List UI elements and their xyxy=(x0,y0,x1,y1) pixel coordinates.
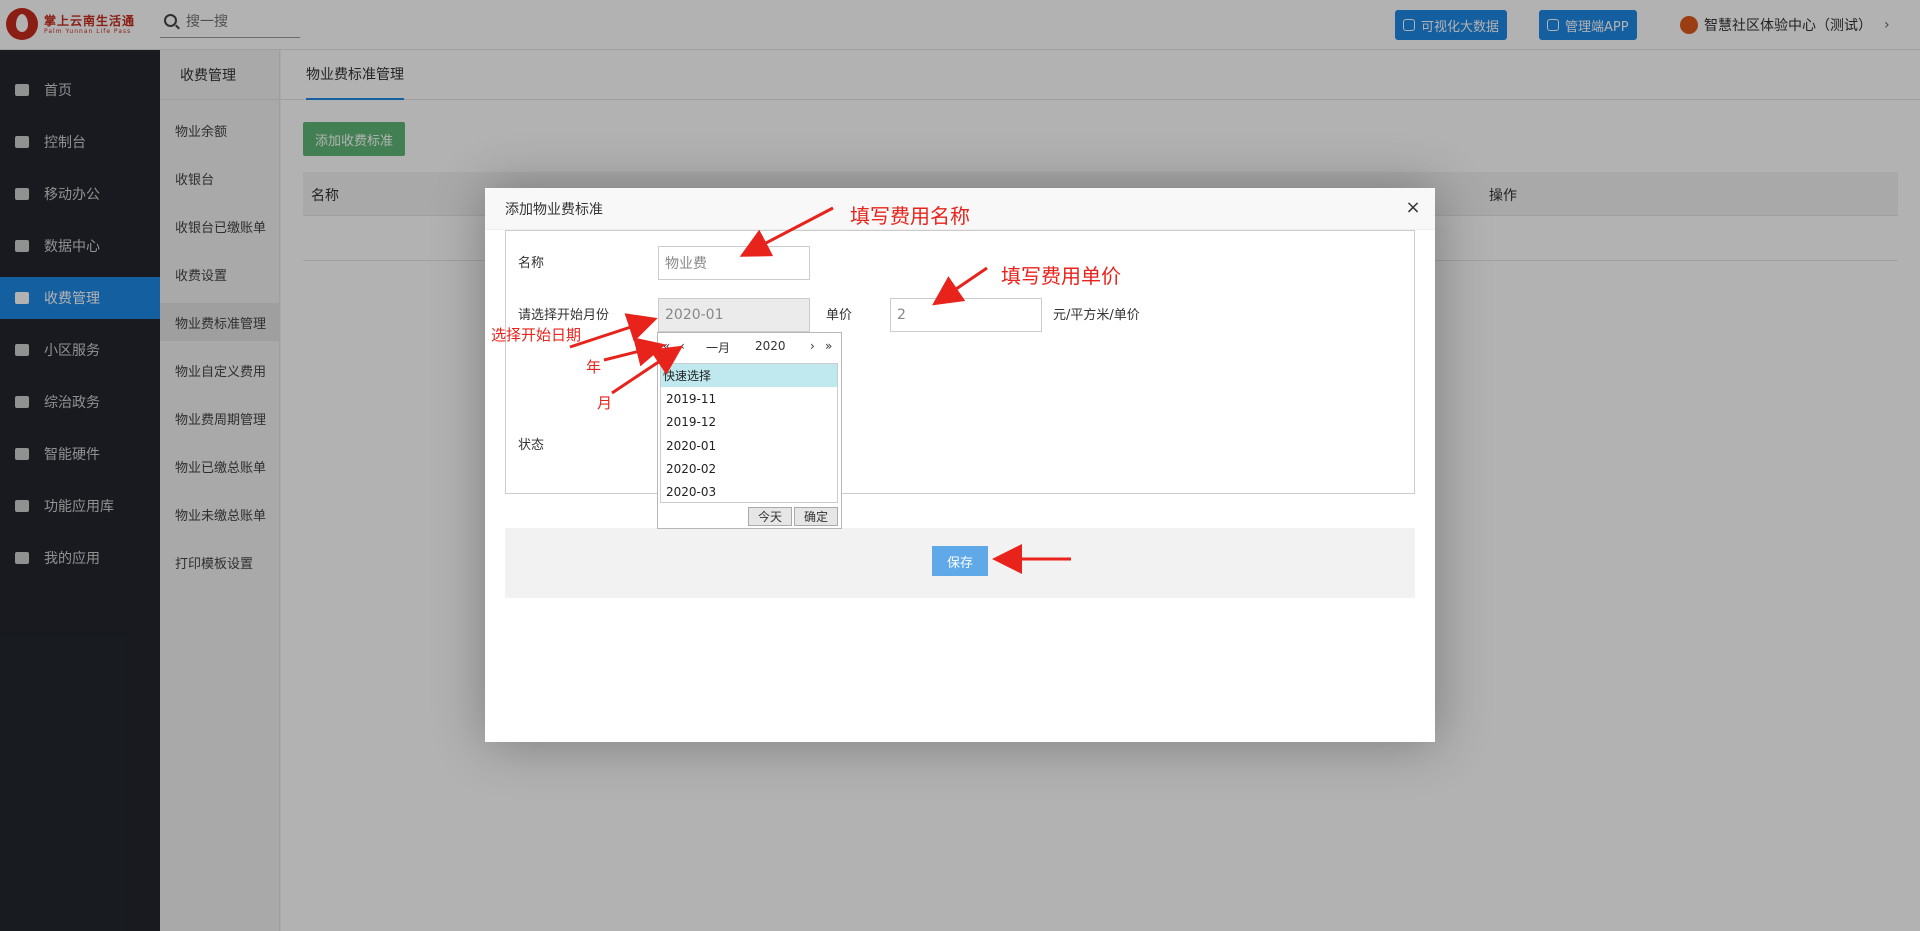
picker-month[interactable]: 一月 xyxy=(706,339,730,356)
price-unit: 元/平方米/单价 xyxy=(1053,308,1140,323)
month-picker: « ‹ 一月 2020 › » 快速选择 2019-11 2019-12 202… xyxy=(657,332,842,529)
status-label: 状态 xyxy=(518,438,545,453)
annotation-select-date: 选择开始日期 xyxy=(491,326,582,344)
list-item[interactable]: 2020-02 xyxy=(661,457,837,480)
list-item[interactable]: 2020-03 xyxy=(661,480,837,502)
annotation-month: 月 xyxy=(597,394,613,412)
price-field[interactable]: 2 xyxy=(890,298,1042,332)
start-month-label: 请选择开始月份 xyxy=(518,308,610,323)
close-icon[interactable]: × xyxy=(1405,199,1421,217)
list-item[interactable]: 2019-11 xyxy=(661,387,837,410)
name-label: 名称 xyxy=(518,256,545,271)
name-field[interactable]: 物业费 xyxy=(658,246,810,280)
list-item[interactable]: 2019-12 xyxy=(661,411,837,434)
dialog-footer: 保存 xyxy=(505,528,1415,598)
list-item[interactable]: 2020-01 xyxy=(661,434,837,457)
prev-year-icon[interactable]: « xyxy=(663,339,670,353)
save-button[interactable]: 保存 xyxy=(932,546,988,576)
prev-month-icon[interactable]: ‹ xyxy=(680,339,685,353)
add-fee-standard-dialog: 添加物业费标准 × 名称 物业费 请选择开始月份 2020-01 单价 2 元/… xyxy=(485,188,1435,742)
next-month-icon[interactable]: › xyxy=(810,339,815,353)
annotation-fill-name: 填写费用名称 xyxy=(850,204,970,228)
quick-select-list: 快速选择 2019-11 2019-12 2020-01 2020-02 202… xyxy=(660,363,838,503)
annotation-year: 年 xyxy=(586,358,602,376)
picker-header: « ‹ 一月 2020 › » xyxy=(658,333,841,361)
picker-year[interactable]: 2020 xyxy=(755,339,786,353)
form-panel: 名称 物业费 请选择开始月份 2020-01 单价 2 元/平方米/单价 状态 xyxy=(505,230,1415,494)
start-month-field[interactable]: 2020-01 xyxy=(658,298,810,332)
price-label: 单价 xyxy=(826,308,853,323)
quick-select-header: 快速选择 xyxy=(661,364,837,388)
next-year-icon[interactable]: » xyxy=(825,339,832,353)
confirm-button[interactable]: 确定 xyxy=(794,507,838,526)
today-button[interactable]: 今天 xyxy=(748,507,792,526)
annotation-fill-price: 填写费用单价 xyxy=(1001,264,1121,288)
